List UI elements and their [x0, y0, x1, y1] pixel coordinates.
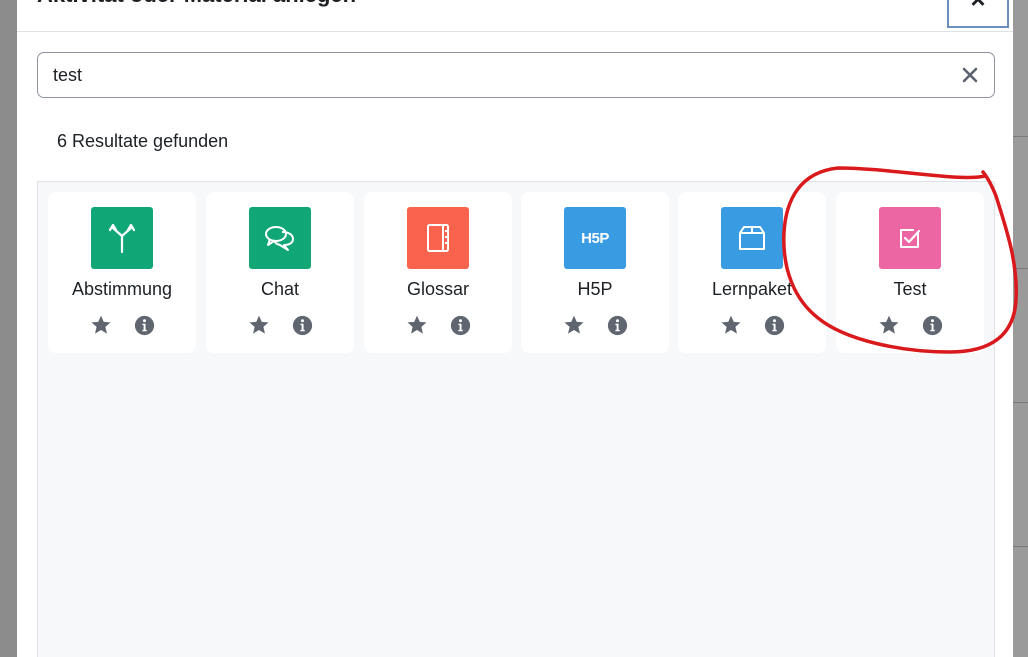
- module-card-glossar[interactable]: Glossar: [364, 192, 512, 353]
- module-tile[interactable]: H5P: [564, 207, 626, 269]
- page-backdrop: [1013, 0, 1028, 657]
- star-icon[interactable]: [878, 314, 900, 336]
- star-icon[interactable]: [90, 314, 112, 336]
- clear-search-button[interactable]: [958, 63, 982, 87]
- h5p-icon: H5P: [581, 229, 609, 247]
- module-tile[interactable]: [249, 207, 311, 269]
- search-input[interactable]: [39, 54, 953, 96]
- module-name: H5P: [577, 279, 613, 299]
- dialog-header: Aktivität oder Material anlegen ×: [17, 0, 1013, 32]
- quiz-icon: [900, 229, 921, 248]
- module-card-lernpaket[interactable]: Lernpaket: [678, 192, 826, 353]
- module-tile[interactable]: [721, 207, 783, 269]
- close-button[interactable]: ×: [947, 0, 1009, 28]
- module-tile[interactable]: [879, 207, 941, 269]
- module-card-chat[interactable]: Chat: [206, 192, 354, 353]
- info-icon[interactable]: [922, 315, 943, 336]
- choice-icon: [108, 223, 136, 254]
- module-name: Glossar: [406, 279, 469, 299]
- chat-icon: [265, 226, 294, 251]
- module-name: Lernpaket: [711, 279, 793, 299]
- dialog-title: Aktivität oder Material anlegen: [37, 0, 356, 8]
- results-panel: Abstimmung Chat Glossar H5P H5P Lernpake…: [37, 181, 995, 657]
- module-tile[interactable]: [91, 207, 153, 269]
- info-icon[interactable]: [764, 315, 785, 336]
- module-name: Test: [893, 279, 927, 299]
- info-icon[interactable]: [450, 315, 471, 336]
- info-icon[interactable]: [607, 315, 628, 336]
- glossary-icon: [427, 224, 449, 252]
- star-icon[interactable]: [720, 314, 742, 336]
- results-count: 6 Resultate gefunden: [57, 131, 229, 151]
- package-icon: [739, 226, 765, 250]
- star-icon[interactable]: [248, 314, 270, 336]
- module-card-abstimmung[interactable]: Abstimmung: [48, 192, 196, 353]
- close-icon: ×: [949, 0, 1007, 15]
- close-icon: [962, 67, 978, 83]
- activity-chooser-dialog: Aktivität oder Material anlegen × 6 Resu…: [17, 0, 1013, 657]
- module-tile[interactable]: [407, 207, 469, 269]
- info-icon[interactable]: [134, 315, 155, 336]
- search-field: [37, 52, 995, 98]
- module-name: Abstimmung: [71, 279, 173, 299]
- star-icon[interactable]: [406, 314, 428, 336]
- info-icon[interactable]: [292, 315, 313, 336]
- module-name: Chat: [260, 279, 300, 299]
- module-card-test[interactable]: Test: [836, 192, 984, 353]
- module-card-h5p[interactable]: H5P H5P: [521, 192, 669, 353]
- star-icon[interactable]: [563, 314, 585, 336]
